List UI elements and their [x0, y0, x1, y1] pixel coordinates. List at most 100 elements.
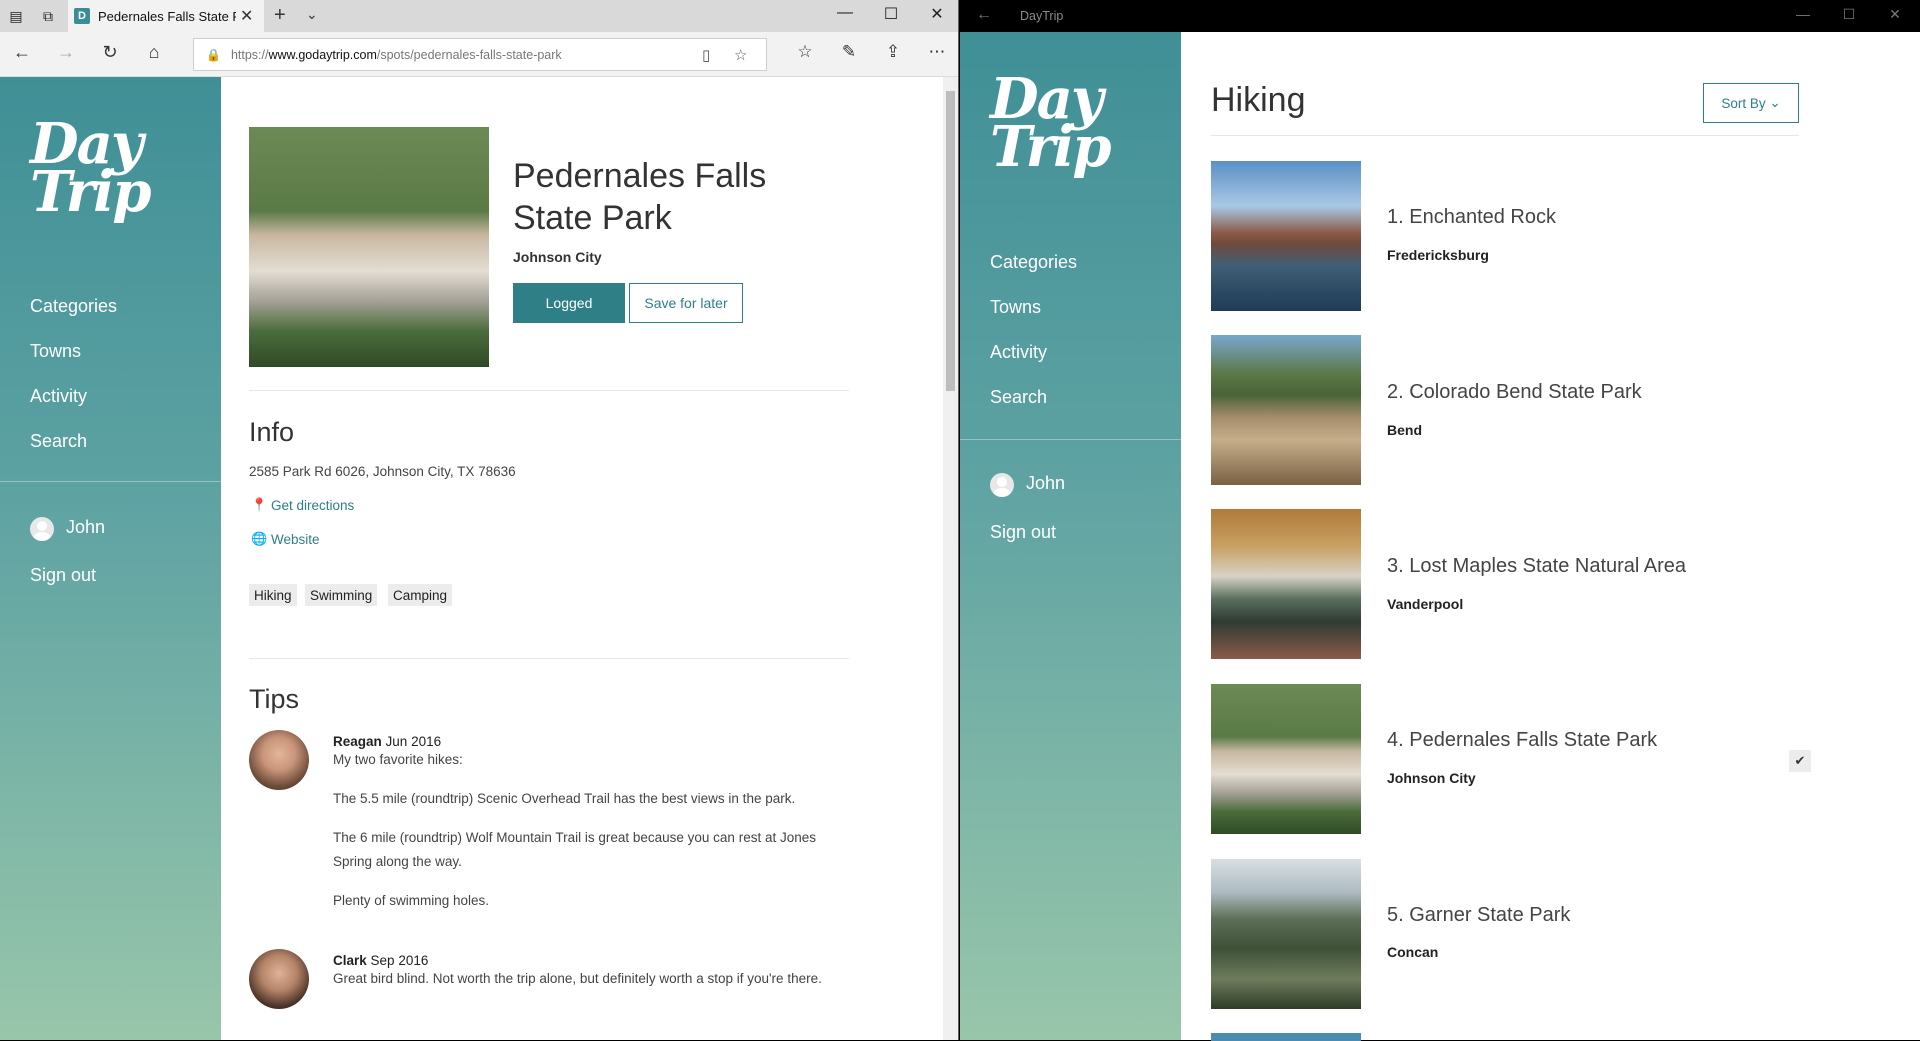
maximize-icon[interactable]: ☐ — [876, 4, 906, 24]
page-title: Hiking — [1211, 81, 1306, 119]
result-title[interactable]: 1. Enchanted Rock — [1387, 206, 1556, 229]
browser-window: ▤ ⧉ D Pedernales Falls State Pa ✕ + ⌄ — … — [0, 0, 959, 1040]
tag-hiking[interactable]: Hiking — [249, 584, 297, 606]
result-title[interactable]: 3. Lost Maples State Natural Area — [1387, 555, 1686, 578]
home-icon[interactable]: ⌂ — [142, 42, 166, 63]
divider — [1211, 135, 1799, 136]
spot-title: Pedernales Falls State Park — [513, 157, 767, 237]
tab-preview-icon[interactable]: ▤ — [6, 6, 26, 26]
app-sidebar: Day Trip Categories Towns Activity Search… — [960, 32, 1181, 1040]
divider — [249, 390, 849, 391]
chevron-down-icon: ⌄ — [1769, 95, 1781, 110]
result-city: Bend — [1387, 422, 1422, 438]
tips-heading: Tips — [249, 684, 300, 714]
result-thumbnail[interactable] — [1211, 684, 1361, 834]
nav-categories[interactable]: Categories — [30, 296, 117, 317]
user-name[interactable]: John — [1026, 473, 1065, 494]
tab-list-chevron-icon[interactable]: ⌄ — [306, 6, 318, 23]
divider — [249, 658, 849, 659]
spot-photo — [249, 127, 489, 367]
user-avatar — [990, 473, 1014, 497]
nav-towns[interactable]: Towns — [990, 297, 1041, 318]
close-window-icon[interactable]: ✕ — [1880, 6, 1910, 23]
result-title[interactable]: 5. Garner State Park — [1387, 904, 1570, 927]
scrollbar[interactable] — [943, 77, 958, 1040]
daytrip-logo[interactable]: Day Trip — [30, 116, 152, 220]
result-city: Concan — [1387, 944, 1439, 960]
set-aside-tabs-icon[interactable]: ⧉ — [38, 6, 58, 26]
webpage: Day Trip Categories Towns Activity Search… — [0, 77, 958, 1040]
spot-detail: Pedernales Falls State Park Johnson City… — [221, 77, 943, 1040]
globe-icon: 🌐 — [251, 531, 268, 546]
tag-camping[interactable]: Camping — [388, 584, 453, 606]
avatar — [249, 949, 309, 1009]
new-tab-icon[interactable]: + — [274, 4, 286, 27]
spot-city: Johnson City — [513, 249, 602, 265]
website-link[interactable]: Website — [271, 532, 320, 547]
scrollbar-thumb[interactable] — [946, 91, 955, 391]
url-text: https://www.godaytrip.com/spots/pedernal… — [230, 47, 562, 62]
back-icon[interactable]: ← — [10, 42, 34, 63]
result-thumbnail[interactable] — [1211, 335, 1361, 485]
tip-author: Clark Sep 2016 — [333, 953, 429, 968]
sign-out-link[interactable]: Sign out — [990, 522, 1056, 543]
browser-toolbar: ← → ↻ ⌂ 🔒 https://www.godaytrip.com/spot… — [0, 32, 958, 77]
reading-view-icon[interactable]: ▯ — [702, 46, 710, 64]
nav-search[interactable]: Search — [30, 431, 87, 452]
tab-title: Pedernales Falls State Pa — [98, 8, 236, 24]
result-title[interactable]: 2. Colorado Bend State Park — [1387, 381, 1642, 404]
back-icon[interactable]: ← — [976, 6, 992, 24]
favorites-hub-icon[interactable]: ☆ — [793, 42, 817, 62]
save-for-later-button[interactable]: Save for later — [629, 283, 743, 323]
logged-checkmark-icon[interactable]: ✔ — [1789, 750, 1811, 772]
sort-by-button[interactable]: Sort By ⌄ — [1703, 83, 1799, 123]
site-favicon-icon: D — [74, 8, 90, 24]
nav-towns[interactable]: Towns — [30, 341, 81, 362]
tip-text: Great bird blind. Not worth the trip alo… — [333, 971, 822, 986]
more-menu-icon[interactable]: ⋯ — [925, 42, 949, 62]
share-icon[interactable]: ⇪ — [881, 42, 905, 62]
app-window-title: DayTrip — [1020, 9, 1064, 23]
tip-text: Plenty of swimming holes. — [333, 893, 490, 908]
nav-activity[interactable]: Activity — [990, 342, 1047, 363]
result-city: Johnson City — [1387, 770, 1476, 786]
sidebar-divider — [960, 439, 1181, 440]
result-city: Fredericksburg — [1387, 247, 1489, 263]
tip-text: The 5.5 mile (roundtrip) Scenic Overhead… — [333, 791, 796, 806]
logged-button[interactable]: Logged — [513, 283, 625, 323]
browser-tab[interactable]: D Pedernales Falls State Pa ✕ — [68, 0, 264, 32]
result-thumbnail[interactable] — [1211, 161, 1361, 311]
site-sidebar: Day Trip Categories Towns Activity Search… — [0, 77, 221, 1040]
nav-categories[interactable]: Categories — [990, 252, 1077, 273]
address-bar[interactable]: 🔒 https://www.godaytrip.com/spots/pedern… — [193, 38, 767, 71]
user-name[interactable]: John — [66, 517, 105, 538]
result-title[interactable]: 4. Pedernales Falls State Park — [1387, 729, 1657, 752]
map-pin-icon: 📍 — [251, 497, 268, 512]
address: 2585 Park Rd 6026, Johnson City, TX 7863… — [249, 464, 516, 479]
lock-icon: 🔒 — [206, 47, 221, 62]
nav-search[interactable]: Search — [990, 387, 1047, 408]
result-city: Vanderpool — [1387, 596, 1464, 612]
result-thumbnail[interactable] — [1211, 859, 1361, 1009]
daytrip-app-window: ← DayTrip — ☐ ✕ Day Trip Categories Towns… — [960, 0, 1920, 1041]
tip-text: My two favorite hikes: — [333, 752, 463, 767]
tag-swimming[interactable]: Swimming — [305, 584, 378, 606]
sign-out-link[interactable]: Sign out — [30, 565, 96, 586]
result-thumbnail[interactable] — [1211, 509, 1361, 659]
minimize-icon[interactable]: — — [1788, 6, 1818, 22]
favorite-star-icon[interactable]: ☆ — [734, 46, 747, 64]
get-directions-link[interactable]: Get directions — [271, 498, 354, 513]
nav-activity[interactable]: Activity — [30, 386, 87, 407]
web-note-pen-icon[interactable]: ✎ — [837, 42, 861, 62]
tip-text: The 6 mile (roundtrip) Wolf Mountain Tra… — [333, 830, 816, 869]
daytrip-logo[interactable]: Day Trip — [990, 71, 1112, 175]
refresh-icon[interactable]: ↻ — [98, 42, 122, 63]
maximize-icon[interactable]: ☐ — [1834, 6, 1864, 23]
minimize-icon[interactable]: — — [830, 4, 860, 22]
close-window-icon[interactable]: ✕ — [922, 4, 952, 24]
sidebar-divider — [0, 481, 221, 482]
tab-close-icon[interactable]: ✕ — [240, 6, 253, 26]
app-title-bar: ← DayTrip — ☐ ✕ — [960, 0, 1920, 32]
avatar — [249, 730, 309, 790]
forward-icon[interactable]: → — [54, 42, 78, 63]
